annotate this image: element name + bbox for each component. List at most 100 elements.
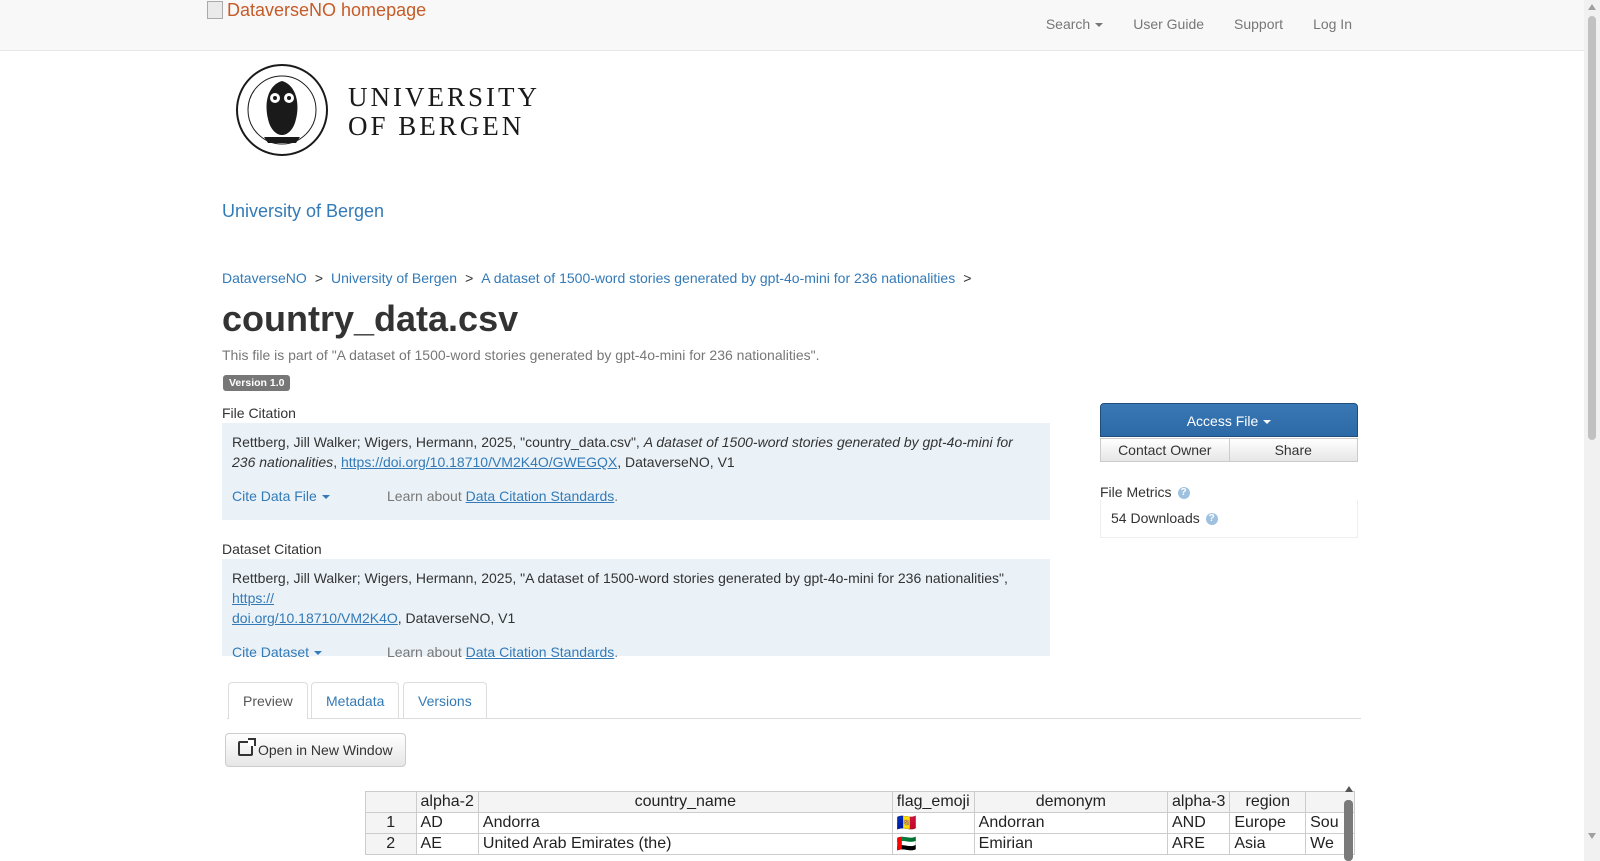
contact-owner-button[interactable]: Contact Owner <box>1100 438 1229 462</box>
table-header-alpha-3[interactable]: alpha-3 <box>1166 791 1231 813</box>
breadcrumb-separator: > <box>963 270 972 286</box>
file-citation-suffix: , DataverseNO, V1 <box>617 454 735 470</box>
file-doi-link[interactable]: https://doi.org/10.18710/VM2K4O/GWEGQX <box>341 454 617 470</box>
open-in-new-window-label: Open in New Window <box>258 742 393 758</box>
search-menu-label: Search <box>1045 16 1091 32</box>
logo-line-2: OF BERGEN <box>348 111 525 141</box>
tab-versions[interactable]: Versions <box>403 682 487 718</box>
broken-image-icon <box>207 1 223 19</box>
breadcrumb: DataverseNO > University of Bergen > A d… <box>222 270 973 286</box>
table-header-region[interactable]: region <box>1229 791 1307 813</box>
table-header-row: alpha-2 country_name flag_emoji demonym … <box>365 791 1355 813</box>
table-header-alpha-2[interactable]: alpha-2 <box>415 791 479 813</box>
dataset-doi-part2: doi.org/10.18710/VM2K4O <box>232 610 398 626</box>
dataset-citation-text: Rettberg, Jill Walker; Wigers, Hermann, … <box>232 568 1040 628</box>
table-row: 1 AD Andorra 🇦🇩 Andorran AND Europe Sou <box>365 812 1355 834</box>
table-cell: ARE <box>1166 833 1231 855</box>
learn-citation-text: Learn about Data Citation Standards. <box>387 488 619 504</box>
tab-preview[interactable]: Preview <box>228 682 308 719</box>
scroll-down-arrow-icon[interactable] <box>1588 833 1596 839</box>
table-header-demonym[interactable]: demonym <box>973 791 1168 813</box>
cite-data-file-dropdown[interactable]: Cite Data File <box>232 486 387 506</box>
file-citation-label: File Citation <box>222 405 296 421</box>
file-tabs: Preview Metadata Versions <box>227 682 1361 719</box>
search-menu[interactable]: Search <box>1045 16 1104 32</box>
brand-logo-link[interactable]: DataverseNO homepage <box>207 0 426 20</box>
file-metrics-label: File Metrics <box>1100 484 1172 500</box>
table-header-country-name[interactable]: country_name <box>477 791 893 813</box>
user-guide-link[interactable]: User Guide <box>1133 16 1204 32</box>
caret-down-icon <box>1263 420 1272 425</box>
table-cell: Europe <box>1229 812 1307 834</box>
logo-line-1: UNIVERSITY <box>348 82 540 112</box>
dataset-citation-suffix: , DataverseNO, V1 <box>397 610 516 626</box>
dataset-citation-label: Dataset Citation <box>222 541 322 557</box>
table-cell: United Arab Emirates (the) <box>477 833 893 855</box>
table-row: 2 AE United Arab Emirates (the) 🇦🇪 Emiri… <box>365 833 1355 855</box>
data-preview-table[interactable]: alpha-2 country_name flag_emoji demonym … <box>365 791 1355 861</box>
breadcrumb-university-of-bergen[interactable]: University of Bergen <box>331 270 457 286</box>
university-seal-icon <box>236 64 328 156</box>
log-in-link[interactable]: Log In <box>1313 16 1352 32</box>
file-metrics-title: File Metrics? <box>1100 484 1190 500</box>
tab-metadata[interactable]: Metadata <box>311 682 400 718</box>
caret-down-icon <box>321 495 330 500</box>
table-cell: AD <box>415 812 479 834</box>
dataset-citation-body: Rettberg, Jill Walker; Wigers, Hermann, … <box>232 570 1008 586</box>
preview-scrollbar-thumb[interactable] <box>1344 800 1353 861</box>
dataset-citation-box: Rettberg, Jill Walker; Wigers, Hermann, … <box>222 559 1050 660</box>
learn-citation-text: Learn about Data Citation Standards. <box>387 644 619 660</box>
caret-down-icon <box>1095 23 1104 28</box>
dataset-doi-link[interactable]: https:// doi.org/10.18710/VM2K4O <box>232 590 398 626</box>
cite-data-file-label: Cite Data File <box>232 488 317 504</box>
external-link-icon <box>238 738 256 756</box>
page-scrollbar[interactable] <box>1584 0 1600 861</box>
cite-dataset-dropdown[interactable]: Cite Dataset <box>232 642 387 662</box>
table-header-flag-emoji[interactable]: flag_emoji <box>891 791 975 813</box>
table-cell: AND <box>1166 812 1231 834</box>
university-logo[interactable]: UNIVERSITY OF BERGEN <box>236 63 537 159</box>
share-button[interactable]: Share <box>1228 438 1358 462</box>
version-badge: Version 1.0 <box>223 375 291 391</box>
file-metrics-box: 54 Downloads? <box>1100 500 1358 538</box>
help-icon[interactable]: ? <box>1205 513 1218 526</box>
breadcrumb-separator: > <box>314 270 323 286</box>
learn-prefix: Learn about <box>387 644 466 660</box>
access-file-label: Access File <box>1186 413 1259 429</box>
data-citation-standards-link[interactable]: Data Citation Standards <box>466 644 615 660</box>
brand-alt-text: DataverseNO homepage <box>227 0 427 20</box>
table-cell: AE <box>415 833 479 855</box>
help-icon[interactable]: ? <box>1177 487 1190 500</box>
breadcrumb-separator: > <box>465 270 474 286</box>
table-cell: 2 <box>365 833 417 855</box>
cite-dataset-label: Cite Dataset <box>232 644 310 660</box>
table-cell: Emirian <box>973 833 1168 855</box>
table-cell: Andorra <box>477 812 893 834</box>
table-header-index <box>365 791 417 813</box>
file-part-of-text: This file is part of "A dataset of 1500-… <box>222 347 820 363</box>
preview-scrollbar[interactable] <box>1342 786 1355 861</box>
dataset-doi-part1: https:// <box>232 590 275 606</box>
file-citation-authors: Rettberg, Jill Walker; Wigers, Hermann, … <box>232 434 644 450</box>
open-in-new-window-button[interactable]: Open in New Window <box>225 733 406 767</box>
breadcrumb-dataverseno[interactable]: DataverseNO <box>222 270 307 286</box>
table-cell: 🇦🇩 <box>891 812 975 834</box>
scroll-up-arrow-icon[interactable] <box>1588 4 1596 10</box>
support-link[interactable]: Support <box>1234 16 1283 32</box>
scrollbar-thumb[interactable] <box>1588 16 1596 440</box>
dataverse-name-link[interactable]: University of Bergen <box>222 201 384 222</box>
top-navbar: DataverseNO homepage Search User Guide S… <box>0 0 1584 51</box>
file-citation-text: Rettberg, Jill Walker; Wigers, Hermann, … <box>232 434 1013 470</box>
data-citation-standards-link[interactable]: Data Citation Standards <box>466 488 615 504</box>
access-file-button[interactable]: Access File <box>1100 403 1358 437</box>
scroll-up-arrow-icon[interactable] <box>1345 786 1353 792</box>
caret-down-icon <box>314 651 323 656</box>
table-cell: 🇦🇪 <box>891 833 975 855</box>
table-cell: 1 <box>365 812 417 834</box>
file-citation-box: Rettberg, Jill Walker; Wigers, Hermann, … <box>222 423 1050 520</box>
page-title: country_data.csv <box>222 298 519 339</box>
downloads-count: 54 Downloads <box>1111 510 1200 526</box>
table-cell: Asia <box>1229 833 1307 855</box>
breadcrumb-dataset[interactable]: A dataset of 1500-word stories generated… <box>481 270 955 286</box>
learn-prefix: Learn about <box>387 488 466 504</box>
